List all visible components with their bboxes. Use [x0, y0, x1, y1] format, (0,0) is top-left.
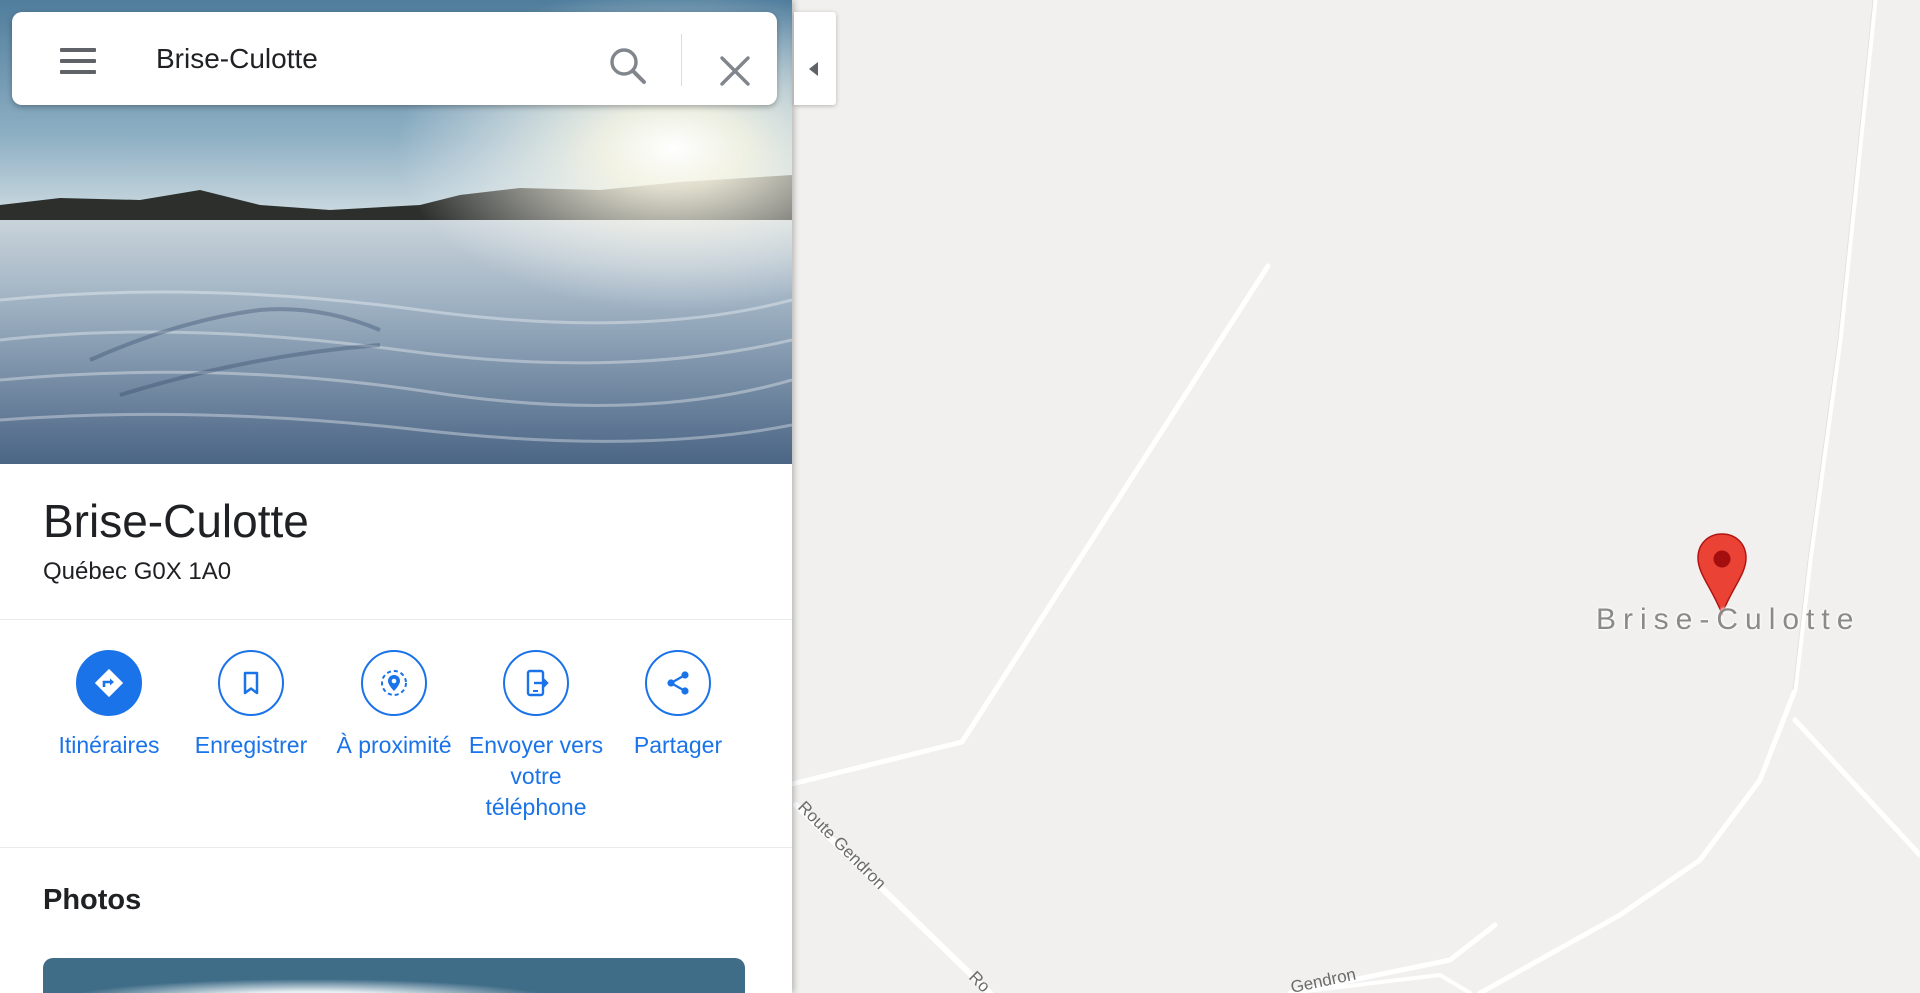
search-input[interactable]: [144, 39, 588, 79]
collapse-panel-button[interactable]: [794, 12, 836, 105]
photo-thumbnail[interactable]: [43, 958, 745, 993]
place-address: Québec G0X 1A0: [43, 558, 232, 585]
directions-label: Itinéraires: [58, 732, 160, 758]
search-box: [12, 12, 777, 105]
collapse-arrow-icon: [809, 62, 818, 76]
action-bar: Itinéraires Enregistrer À proximité Envo…: [0, 650, 792, 840]
save-label: Enregistrer: [194, 732, 308, 758]
nearby-label: À proximité: [336, 732, 452, 758]
road: [1792, 717, 1920, 858]
search-divider: [681, 34, 682, 86]
send-to-phone-button[interactable]: Envoyer vers votre téléphone: [465, 650, 607, 823]
bookmark-icon: [218, 650, 284, 716]
map-place-label: Brise-Culotte: [1596, 603, 1861, 636]
menu-icon[interactable]: [50, 42, 106, 82]
directions-icon: [76, 650, 142, 716]
road-label-route-gendron: Route Gendron: [794, 797, 890, 893]
divider: [0, 619, 792, 620]
road: [789, 263, 1271, 787]
share-icon: [645, 650, 711, 716]
nearby-button[interactable]: À proximité: [323, 650, 465, 761]
close-icon[interactable]: [712, 48, 760, 96]
share-label: Partager: [633, 732, 723, 758]
road: [1477, 0, 1878, 993]
nearby-icon: [361, 650, 427, 716]
directions-button[interactable]: Itinéraires: [38, 650, 180, 761]
send-to-phone-label: Envoyer vers votre téléphone: [468, 732, 604, 820]
road-label-gendron: Gendron: [1289, 965, 1358, 993]
place-title: Brise-Culotte: [43, 495, 309, 547]
place-panel: Brise-Culotte Québec G0X 1A0 Itinéraires…: [0, 0, 792, 993]
divider: [0, 847, 792, 848]
send-to-phone-icon: [503, 650, 569, 716]
search-icon[interactable]: [604, 42, 652, 90]
save-button[interactable]: Enregistrer: [180, 650, 322, 761]
photos-heading: Photos: [43, 884, 142, 916]
share-button[interactable]: Partager: [607, 650, 749, 761]
